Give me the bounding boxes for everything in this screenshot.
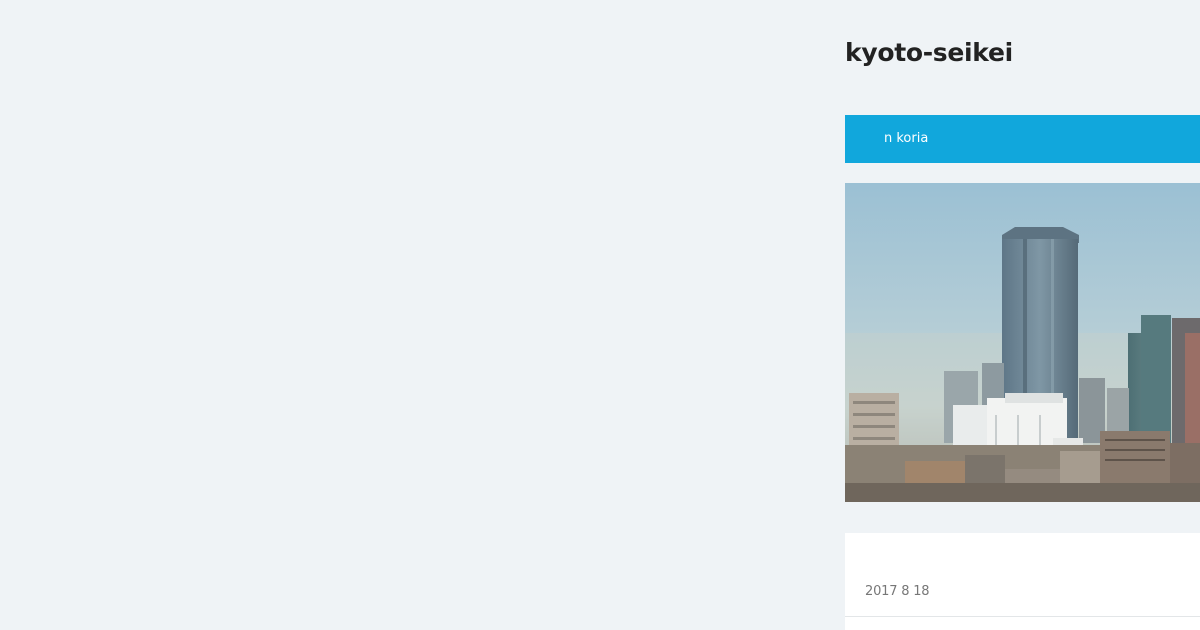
site-title[interactable]: kyoto-seikei — [845, 38, 1013, 67]
nav-item-koria[interactable]: n koria — [884, 131, 928, 146]
nav-bar: n koria — [845, 115, 1200, 163]
main-column: kyoto-seikei n koria 2017 8 18 — [845, 0, 1200, 630]
post-date: 2017 8 18 — [865, 584, 930, 599]
post-divider — [845, 616, 1200, 617]
hero-image[interactable] — [845, 183, 1200, 502]
post-card[interactable]: 2017 8 18 — [845, 533, 1200, 630]
city-skyline-image — [845, 227, 1200, 502]
